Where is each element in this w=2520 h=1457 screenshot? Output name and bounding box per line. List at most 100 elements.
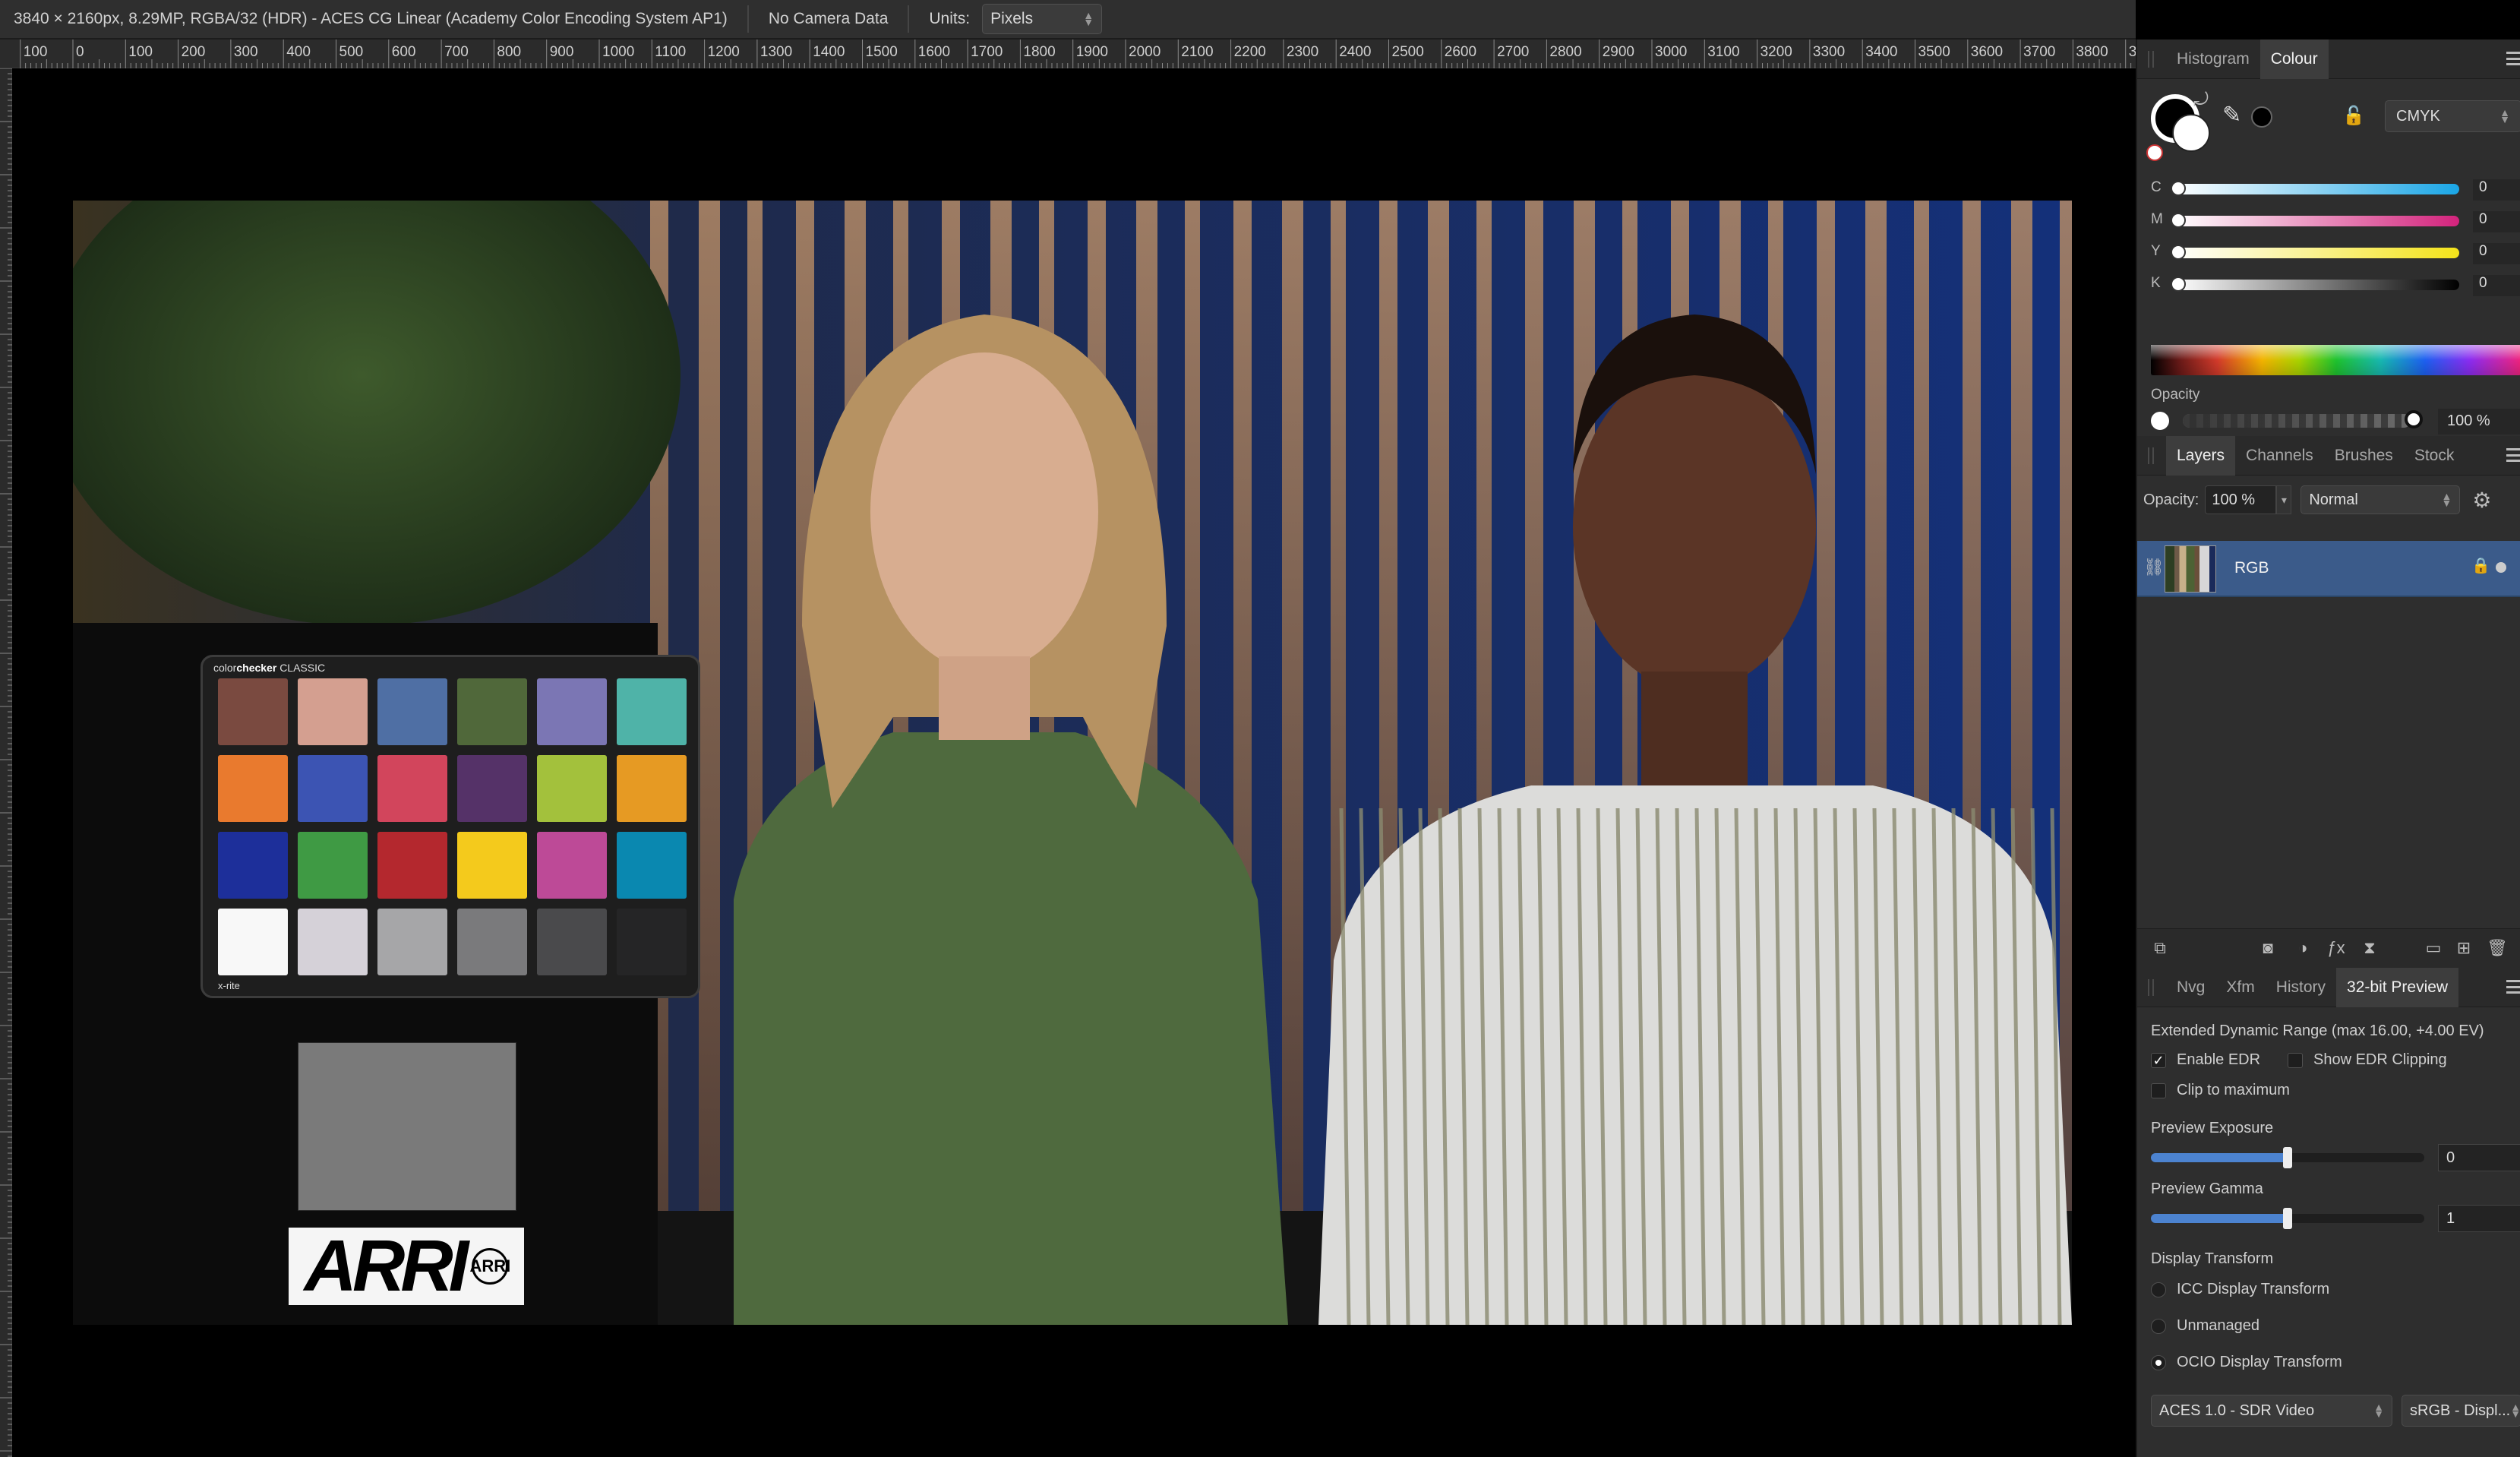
ruler-label: 3000 [1655,44,1688,60]
fx-icon[interactable]: ƒx [2326,938,2347,959]
tab-32bit-preview[interactable]: 32-bit Preview [2336,967,2459,1007]
layer-opacity-label: Opacity: [2143,491,2199,508]
layer-name[interactable]: RGB [2234,559,2269,577]
panel-grip-icon[interactable] [2148,978,2154,996]
slider-track[interactable] [2175,280,2459,290]
layer-thumbnail [2165,545,2216,593]
color-model-select[interactable]: CMYK ▲ ▼ [2385,100,2520,132]
no-color-icon[interactable] [2146,144,2163,161]
opacity-swatch [2151,412,2169,430]
updown-icon: ▲ ▼ [1083,9,1094,28]
edr-title: Extended Dynamic Range (max 16.00, +4.00… [2151,1022,2484,1039]
units-select[interactable]: Pixels ▲ ▼ [982,4,1103,34]
slider-value[interactable]: 0 [2473,179,2520,201]
color-patch [218,678,288,745]
ruler-label: 1500 [865,44,898,60]
color-patch [457,755,527,822]
picked-color-swatch[interactable] [2251,106,2272,128]
slider-knob[interactable] [2171,277,2186,292]
slider-knob[interactable] [2171,213,2186,228]
adjustment-icon[interactable]: ◑ [2292,938,2313,959]
stroke-swatch[interactable] [2172,114,2210,152]
panel-grip-icon[interactable] [2148,50,2154,68]
tab-layers[interactable]: Layers [2166,435,2236,476]
document-image[interactable]: colorchecker CLASSIC x-rite ARRI ARRI [73,201,2072,1325]
tab-transform[interactable]: Xfm [2215,968,2265,1007]
color-patch [377,678,447,745]
clip-to-max-checkbox[interactable] [2151,1083,2166,1098]
vertical-ruler[interactable] [0,68,12,1457]
ruler-label: 600 [391,44,416,60]
link-icon[interactable]: ⛓ [2143,558,2165,577]
ocio-display-select[interactable]: sRGB - Displ... ▲ ▼ [2402,1395,2520,1427]
tab-history[interactable]: History [2266,968,2336,1007]
slider-thumb[interactable] [2283,1147,2292,1168]
slider-value[interactable]: 0 [2473,243,2520,264]
colour-panel-tabs: Histogram Colour [2137,39,2520,79]
opacity-knob[interactable] [2405,410,2423,428]
color-patch [218,832,288,899]
slider-track[interactable] [2175,216,2459,226]
layer-opacity-value[interactable]: 100 % [2205,485,2277,514]
gamma-slider[interactable] [2151,1208,2424,1229]
gamma-value[interactable]: 1 [2438,1205,2520,1232]
trash-icon[interactable]: 🗑 [2487,938,2508,959]
panel-menu-icon[interactable] [2506,49,2520,68]
live-filter-icon[interactable]: ⧗ [2359,938,2380,959]
horizontal-ruler[interactable]: 100 0 100 200 300 400 500 600 700 800 900 1000 1100 1… [0,40,2161,68]
layer-mode-icon[interactable]: ⧉ [2149,938,2171,959]
slider-value[interactable]: 0 [2473,275,2520,296]
unmanaged-radio[interactable] [2151,1319,2166,1334]
ocio-transform-radio[interactable] [2151,1355,2166,1370]
slider-y[interactable]: Y 0 [2137,237,2520,267]
slider-track[interactable] [2175,184,2459,194]
icc-transform-radio[interactable] [2151,1282,2166,1297]
gear-icon[interactable]: ⚙ [2472,488,2491,513]
opacity-value[interactable]: 100 % [2438,409,2520,435]
panel-menu-icon[interactable] [2506,977,2520,997]
color-spectrum[interactable] [2151,345,2520,375]
swap-colors-icon[interactable]: ⤾ [2193,90,2209,111]
exposure-slider[interactable] [2151,1147,2424,1168]
color-patch [377,832,447,899]
show-edr-clipping-checkbox[interactable] [2288,1053,2303,1068]
tab-channels[interactable]: Channels [2235,436,2324,476]
enable-edr-checkbox[interactable]: ✓ [2151,1053,2166,1068]
ruler-label: 3400 [1865,44,1898,60]
tab-colour[interactable]: Colour [2259,39,2329,79]
exposure-value[interactable]: 0 [2438,1144,2520,1171]
chevron-down-icon[interactable]: ▾ [2276,485,2292,514]
slider-value[interactable]: 0 [2473,211,2520,232]
opacity-slider[interactable] [2183,414,2411,428]
slider-c[interactable]: C 0 [2137,173,2520,204]
arri-logo-text: ARRI [304,1225,469,1307]
visibility-icon[interactable] [2496,562,2506,573]
tab-histogram[interactable]: Histogram [2166,40,2260,79]
color-patch [218,909,288,975]
slider-track[interactable] [2175,248,2459,258]
tab-navigator[interactable]: Nvg [2166,968,2215,1007]
ocio-view-select[interactable]: ACES 1.0 - SDR Video ▲ ▼ [2151,1395,2392,1427]
tab-stock[interactable]: Stock [2404,436,2465,476]
units-label: Units: [929,10,971,27]
slider-k[interactable]: K 0 [2137,269,2520,299]
add-layer-icon[interactable]: ⊞ [2453,938,2474,959]
lock-icon[interactable]: 🔓 [2342,105,2365,127]
mask-icon[interactable]: ◙ [2257,938,2278,959]
ruler-label: 1600 [917,44,951,60]
lock-icon[interactable]: 🔒 [2471,556,2490,575]
panel-grip-icon[interactable] [2148,447,2154,464]
updown-icon: ▲ ▼ [2499,106,2510,125]
ruler-label: 900 [549,44,574,60]
eyedropper-icon[interactable]: ✎ [2222,102,2241,128]
slider-knob[interactable] [2171,245,2186,260]
tab-brushes[interactable]: Brushes [2324,436,2404,476]
layer-row[interactable]: ⛓ RGB 🔒 [2137,541,2520,597]
slider-knob[interactable] [2171,181,2186,196]
slider-thumb[interactable] [2283,1208,2292,1229]
canvas-area[interactable]: 100 0 100 200 300 400 500 600 700 800 900 1000 1100 1… [0,40,2161,1457]
folder-icon[interactable]: ▭ [2423,938,2444,959]
panel-menu-icon[interactable] [2506,445,2520,465]
blend-mode-select[interactable]: Normal ▲ ▼ [2301,485,2461,514]
slider-m[interactable]: M 0 [2137,205,2520,235]
